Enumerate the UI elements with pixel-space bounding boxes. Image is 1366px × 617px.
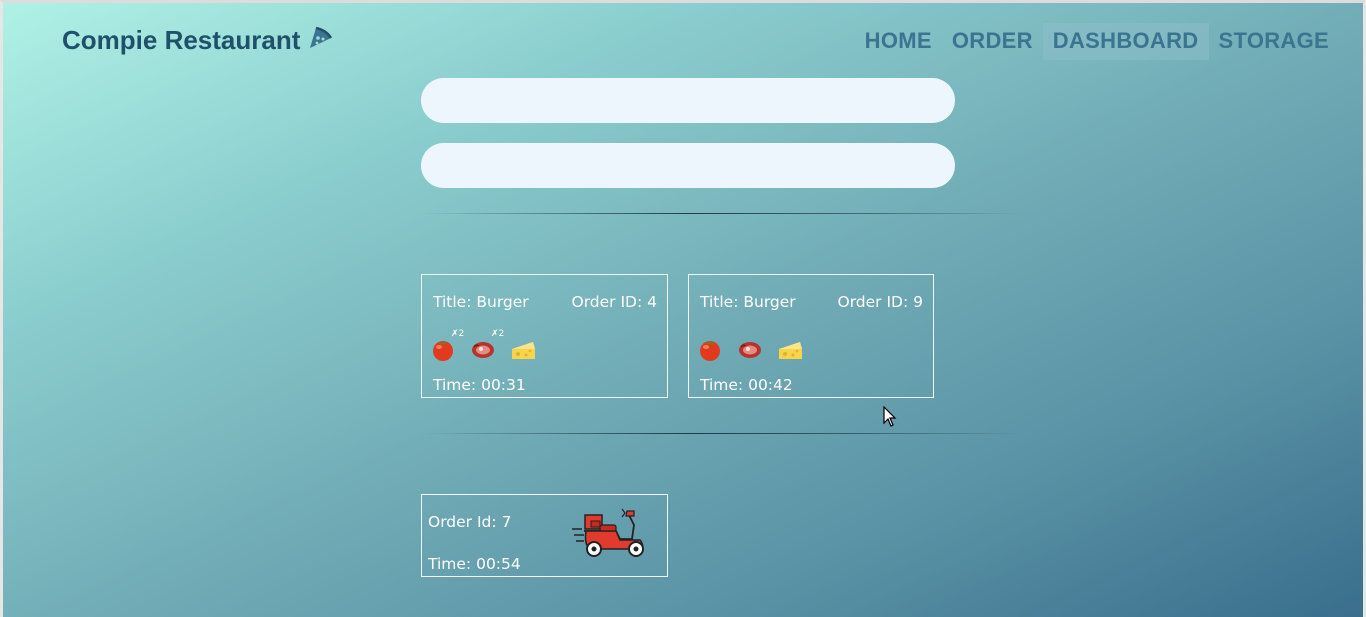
ingredient-cheese <box>776 335 804 363</box>
divider <box>421 213 1021 214</box>
order-id: Order ID: 9 <box>837 293 924 311</box>
order-title: Title: Burger <box>433 293 529 311</box>
ingredient-list <box>696 335 804 363</box>
ingredient-meat <box>736 335 764 363</box>
delivery-scooter-icon <box>572 508 644 557</box>
order-card[interactable]: Title: Burger Order ID: 9 Time: 00:42 <box>688 274 934 398</box>
order-time: Time: 00:31 <box>433 376 526 394</box>
ingredient-list: ✗2 ✗2 <box>429 329 537 363</box>
ingredient-qty: ✗2 <box>491 329 505 339</box>
ingredient-tomato <box>696 335 724 363</box>
order-title: Title: Burger <box>700 293 796 311</box>
order-id: Order ID: 4 <box>571 293 658 311</box>
input-field-1[interactable] <box>421 78 955 123</box>
cheese-icon <box>779 342 802 359</box>
input-field-2[interactable] <box>421 143 955 188</box>
delivery-time: Time: 00:54 <box>428 555 521 573</box>
delivery-order-id: Order Id: 7 <box>428 513 512 531</box>
nav-home[interactable]: HOME <box>855 23 942 60</box>
tomato-icon <box>433 341 453 361</box>
brand-name: Compie Restaurant <box>62 25 301 55</box>
mouse-cursor-icon <box>883 406 897 427</box>
tomato-icon <box>700 341 720 361</box>
meat-icon <box>472 342 494 358</box>
brand: Compie Restaurant <box>62 25 334 56</box>
nav-order[interactable]: ORDER <box>942 23 1043 60</box>
order-card[interactable]: Title: Burger Order ID: 4 ✗2 ✗2 Time: 00… <box>421 274 668 398</box>
order-time: Time: 00:42 <box>700 376 793 394</box>
ingredient-meat: ✗2 <box>469 329 504 363</box>
divider <box>421 433 1021 434</box>
nav-dashboard[interactable]: DASHBOARD <box>1042 23 1209 60</box>
pizza-slice-icon <box>310 26 333 48</box>
delivery-card[interactable]: Order Id: 7 Time: 00:54 <box>421 494 668 577</box>
ingredient-qty: ✗2 <box>451 329 465 339</box>
meat-icon <box>739 342 761 358</box>
main-nav: HOME ORDER DASHBOARD STORAGE <box>855 23 1339 60</box>
nav-storage[interactable]: STORAGE <box>1209 23 1340 60</box>
ingredient-tomato: ✗2 <box>429 329 464 363</box>
ingredient-cheese <box>509 335 537 363</box>
cheese-icon <box>512 342 535 359</box>
